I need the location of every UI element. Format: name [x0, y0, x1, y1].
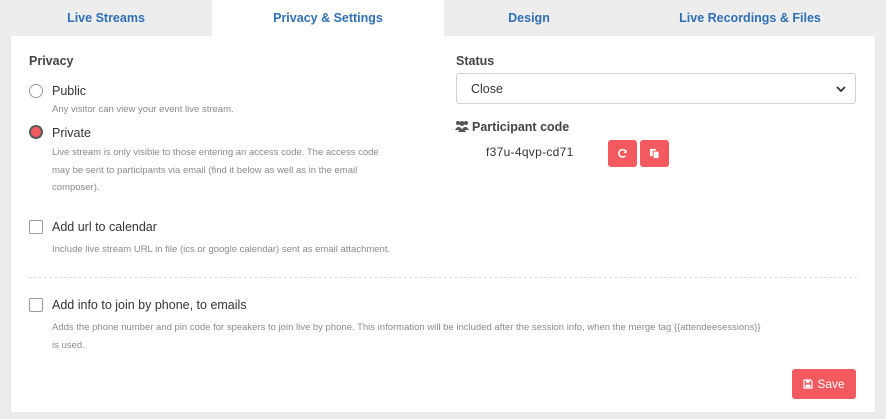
- phone-help-line: Adds the phone number and pin code for s…: [52, 322, 761, 333]
- phone-label: Add info to join by phone, to emails: [52, 298, 247, 312]
- section-divider: [29, 277, 857, 278]
- private-label: Private: [52, 126, 91, 140]
- privacy-title: Privacy: [29, 54, 74, 68]
- private-radio[interactable]: [29, 125, 43, 139]
- public-label: Public: [52, 84, 87, 98]
- users-icon: [455, 121, 469, 132]
- chevron-down-icon: [836, 86, 846, 93]
- copy-icon: [649, 148, 660, 159]
- status-title: Status: [456, 54, 495, 68]
- status-select[interactable]: Close: [456, 73, 856, 104]
- private-help-line: may be sent to participants via email (f…: [52, 164, 358, 176]
- save-button[interactable]: Save: [792, 369, 856, 399]
- tab-bar: Live Streams Privacy & Settings Design L…: [0, 0, 886, 36]
- save-label: Save: [817, 377, 845, 391]
- tab-privacy-settings[interactable]: Privacy & Settings: [212, 0, 444, 36]
- private-help-line: composer).: [52, 182, 100, 193]
- participant-title: Participant code: [472, 120, 570, 134]
- private-help-line: Live stream is only visible to those ent…: [52, 147, 379, 158]
- tab-live-recordings-files[interactable]: Live Recordings & Files: [614, 0, 886, 36]
- phone-help-line: is used.: [52, 339, 85, 351]
- private-help: Live stream is only visible to those ent…: [52, 144, 379, 197]
- settings-panel: Privacy Public Any visitor can view your…: [10, 36, 876, 413]
- copy-code-button[interactable]: [640, 140, 669, 167]
- refresh-code-button[interactable]: [608, 140, 637, 167]
- status-value: Close: [471, 81, 503, 96]
- participant-code: f37u-4qvp-cd71: [486, 145, 574, 159]
- tab-live-streams[interactable]: Live Streams: [0, 0, 212, 36]
- public-radio[interactable]: [29, 84, 43, 98]
- calendar-help: Include live stream URL in file (ics or …: [52, 244, 391, 255]
- refresh-icon: [618, 148, 627, 158]
- phone-help: Adds the phone number and pin code for s…: [52, 319, 852, 354]
- calendar-checkbox[interactable]: [29, 220, 43, 234]
- calendar-label: Add url to calendar: [52, 220, 157, 234]
- phone-checkbox[interactable]: [29, 298, 43, 312]
- save-icon: [803, 379, 813, 389]
- public-help: Any visitor can view your event live str…: [52, 104, 234, 115]
- tab-design[interactable]: Design: [444, 0, 614, 36]
